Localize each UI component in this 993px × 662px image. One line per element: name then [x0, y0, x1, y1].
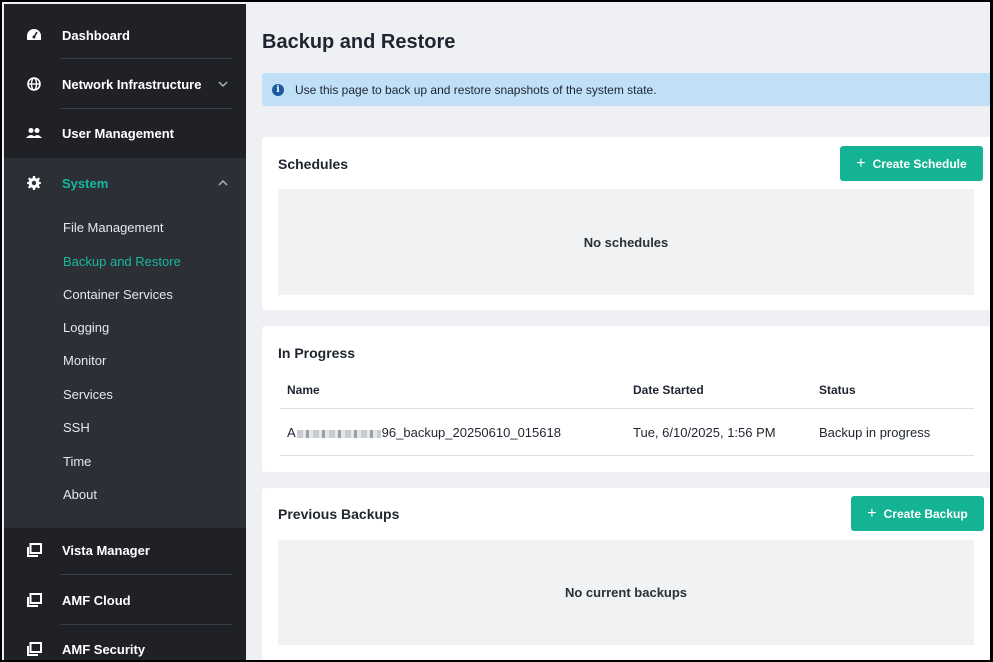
sidebar-subitem-file-management[interactable]: File Management — [63, 220, 163, 235]
sidebar-item-amf-cloud[interactable]: AMF Cloud — [4, 575, 246, 625]
chevron-up-icon — [218, 179, 228, 186]
redacted-text — [296, 429, 381, 438]
sidebar-subitem-services[interactable]: Services — [63, 387, 113, 402]
sidebar-item-amf-security[interactable]: AMF Security — [4, 624, 246, 660]
sidebar-subitem-logging[interactable]: Logging — [63, 320, 109, 335]
app-window: Dashboard Network Infrastructure User Ma… — [0, 0, 993, 662]
dashboard-gauge-icon — [26, 27, 42, 43]
backup-name-prefix: A — [287, 425, 296, 440]
backup-name-suffix: 96_backup_20250610_015618 — [381, 425, 561, 440]
sidebar-subitem-time[interactable]: Time — [63, 454, 91, 469]
sidebar: Dashboard Network Infrastructure User Ma… — [4, 4, 246, 660]
sidebar-subitem-container-services[interactable]: Container Services — [63, 287, 173, 302]
system-section-expanded — [4, 158, 246, 528]
table-divider — [280, 408, 974, 409]
schedules-empty-state: No schedules — [278, 189, 974, 295]
create-schedule-button[interactable]: + Create Schedule — [840, 146, 983, 181]
schedules-title: Schedules — [278, 156, 349, 172]
empty-message: No current backups — [564, 585, 688, 600]
chevron-down-icon — [218, 81, 228, 88]
sidebar-item-label: AMF Cloud — [62, 592, 131, 608]
sidebar-item-system[interactable]: System — [4, 158, 246, 208]
create-backup-label: Create Backup — [883, 506, 968, 521]
globe-icon — [26, 76, 42, 92]
column-header-date-started: Date Started — [633, 383, 704, 397]
column-header-status: Status — [819, 383, 856, 397]
sidebar-subitem-ssh[interactable]: SSH — [63, 420, 90, 435]
create-schedule-label: Create Schedule — [872, 156, 967, 171]
users-icon — [26, 125, 42, 141]
sidebar-subitem-backup-and-restore[interactable]: Backup and Restore — [63, 254, 181, 269]
table-divider — [280, 455, 974, 456]
sidebar-item-label: Dashboard — [62, 27, 130, 43]
window-icon — [26, 592, 42, 608]
in-progress-card: In Progress Name Date Started Status A 96… — [262, 326, 990, 472]
plus-icon: + — [867, 504, 877, 522]
in-progress-title: In Progress — [278, 345, 356, 361]
info-icon: i — [272, 83, 284, 96]
sidebar-item-user-management[interactable]: User Management — [4, 108, 246, 158]
status-cell: Backup in progress — [819, 425, 931, 440]
previous-backups-title: Previous Backups — [278, 506, 400, 522]
sidebar-item-label: Vista Manager — [62, 542, 150, 558]
info-text: Use this page to back up and restore sna… — [295, 82, 657, 97]
column-header-name: Name — [287, 383, 320, 397]
sidebar-item-label: User Management — [62, 125, 174, 141]
sidebar-subitem-about[interactable]: About — [63, 487, 97, 502]
main-content: Backup and Restore i Use this page to ba… — [246, 4, 990, 660]
sidebar-item-label: Network Infrastructure — [62, 76, 202, 92]
previous-backups-card: Previous Backups + Create Backup No curr… — [262, 488, 990, 660]
sidebar-item-dashboard[interactable]: Dashboard — [4, 10, 246, 60]
empty-message: No schedules — [583, 234, 669, 250]
sidebar-item-network-infrastructure[interactable]: Network Infrastructure — [4, 59, 246, 109]
gear-icon — [26, 175, 42, 191]
date-started-cell: Tue, 6/10/2025, 1:56 PM — [633, 425, 776, 440]
plus-icon: + — [856, 154, 866, 172]
backup-name-cell: A 96_backup_20250610_015618 — [287, 425, 561, 440]
sidebar-subitem-monitor[interactable]: Monitor — [63, 353, 106, 368]
window-icon — [26, 542, 42, 558]
window-icon — [26, 641, 42, 657]
sidebar-item-label: System — [62, 175, 109, 191]
page-title: Backup and Restore — [262, 31, 456, 53]
backups-empty-state: No current backups — [278, 540, 974, 645]
sidebar-item-label: AMF Security — [62, 641, 146, 657]
info-banner: i Use this page to back up and restore s… — [262, 73, 990, 106]
create-backup-button[interactable]: + Create Backup — [851, 496, 984, 531]
schedules-card: Schedules + Create Schedule No schedules — [262, 137, 990, 310]
sidebar-item-vista-manager[interactable]: Vista Manager — [4, 525, 246, 575]
